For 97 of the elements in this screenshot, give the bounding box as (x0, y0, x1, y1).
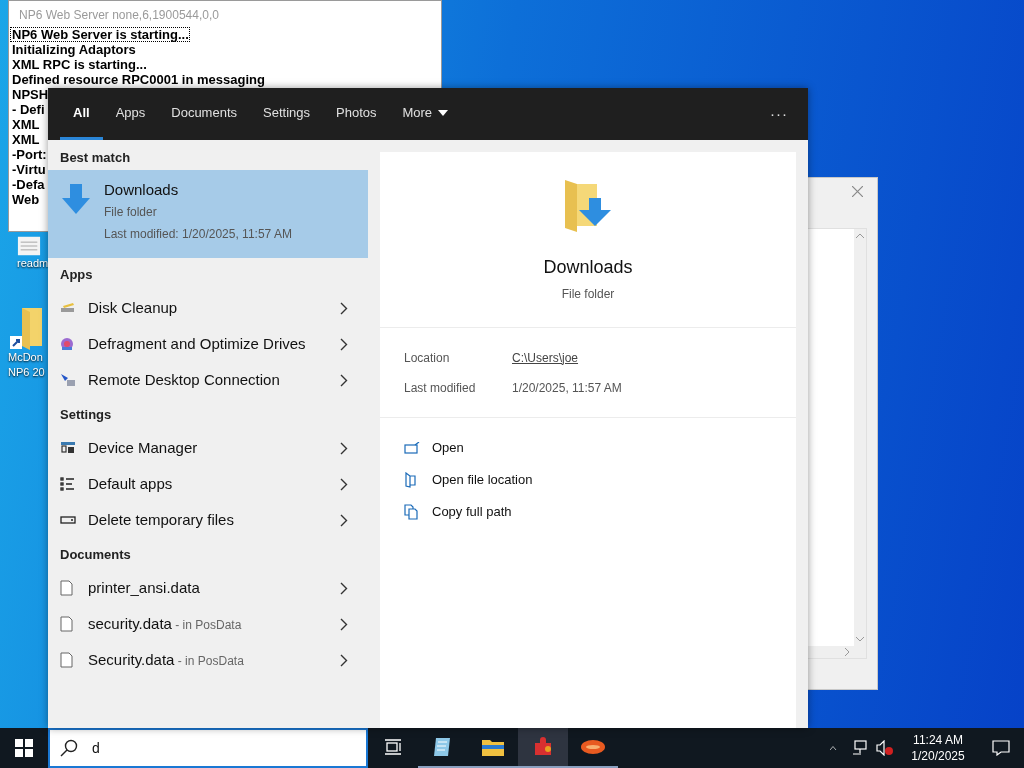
action-item[interactable]: Open (404, 432, 796, 464)
console-line: XML (11, 132, 41, 147)
section-heading: Best match (59, 149, 132, 167)
result-modified: Last modified: 1/20/2025, 11:57 AM (104, 226, 292, 243)
search-icon (60, 739, 78, 757)
result-label: Defragment and Optimize Drives (88, 333, 307, 354)
taskbar-search-field[interactable]: d (48, 728, 368, 768)
clock[interactable]: 11:24 AM 1/20/2025 (898, 732, 978, 764)
search-text: d (92, 738, 100, 758)
action-label: Copy full path (432, 503, 512, 522)
action-item[interactable]: Open file location (404, 464, 796, 496)
result-label: Security.data - in PosData (88, 649, 245, 670)
file-icon (60, 580, 73, 596)
result-item[interactable]: Security.data - in PosData (48, 642, 368, 678)
document-icon[interactable] (17, 236, 41, 256)
result-item[interactable]: printer_ansi.data (48, 570, 368, 606)
action-label: Open file location (432, 471, 533, 490)
action-label: Open (432, 439, 464, 458)
detail-value: 1/20/2025, 11:57 AM (512, 379, 622, 397)
filter-tab[interactable]: More (389, 88, 462, 140)
chevron-right-icon (340, 477, 348, 491)
console-line: XML (11, 117, 41, 132)
chevron-right-icon (340, 373, 348, 387)
puzzle-icon[interactable] (532, 736, 554, 758)
window-title: NP6 Web Server none,6,1900544,0,0 (18, 7, 220, 24)
file-icon (60, 652, 73, 668)
oval-logo-icon[interactable] (580, 739, 606, 755)
detail-label: Last modified (404, 379, 477, 397)
result-item[interactable]: Default apps (48, 466, 368, 502)
more-options-button[interactable]: ··· (770, 88, 788, 140)
chevron-right-icon (340, 617, 348, 631)
result-label: security.data - in PosData (88, 613, 243, 634)
chevron-right-icon (340, 653, 348, 667)
chevron-right-icon (340, 301, 348, 315)
console-line: -Virtu (11, 162, 47, 177)
clock-date: 1/20/2025 (911, 748, 965, 764)
volume-muted-icon[interactable] (876, 740, 894, 756)
close-icon[interactable] (852, 186, 863, 197)
filter-tab[interactable]: All (60, 88, 103, 140)
folder-icon[interactable] (481, 737, 505, 757)
preview-type: File folder (561, 286, 615, 303)
console-line: -Port: (11, 147, 48, 162)
chevron-right-icon (340, 581, 348, 595)
result-label: Default apps (88, 473, 174, 494)
result-item[interactable]: security.data - in PosData (48, 606, 368, 642)
horizontal-scrollbar[interactable] (808, 646, 866, 658)
result-label: Remote Desktop Connection (88, 369, 281, 390)
result-title: Downloads (104, 180, 180, 200)
section-heading: Apps (59, 266, 94, 284)
console-line: NPSH (11, 87, 50, 102)
chevron-right-icon (340, 441, 348, 455)
result-item[interactable]: Remote Desktop Connection (48, 362, 368, 398)
clock-time: 11:24 AM (913, 732, 963, 748)
open-icon (404, 442, 420, 454)
section-heading: Documents (59, 546, 132, 564)
action-item[interactable]: Copy full path (404, 496, 796, 528)
result-type: File folder (104, 204, 158, 221)
disk-drive-icon (60, 337, 74, 351)
file-icon (60, 616, 73, 632)
storage-icon (60, 516, 76, 524)
windows-logo-icon (15, 739, 33, 757)
downloads-folder-icon (563, 178, 613, 232)
preview-title: Downloads (543, 256, 633, 279)
task-view-icon[interactable] (384, 739, 402, 755)
network-icon[interactable] (852, 740, 868, 756)
console-line: - Defi (11, 102, 46, 117)
filter-tab[interactable]: Documents (158, 88, 250, 140)
console-line: -Defa (11, 177, 46, 192)
console-line: Web (11, 192, 41, 207)
folder-icon (404, 472, 417, 488)
console-line: Initializing Adaptors (11, 42, 137, 57)
list-icon (60, 477, 76, 491)
detail-label: Location (404, 349, 451, 367)
disk-cleanup-icon (60, 302, 76, 314)
result-item[interactable]: Delete temporary files (48, 502, 368, 538)
console-line: Defined resource RPC0001 in messaging (11, 72, 266, 87)
chevron-right-icon (340, 513, 348, 527)
copy-icon (404, 504, 419, 520)
result-item[interactable]: Device Manager (48, 430, 368, 466)
filter-tab[interactable]: Settings (250, 88, 323, 140)
device-manager-icon (60, 441, 76, 455)
download-arrow-icon (62, 184, 90, 216)
filter-tab[interactable]: Photos (323, 88, 390, 140)
location-link[interactable]: C:\Users\joe (512, 348, 579, 367)
result-item[interactable]: Defragment and Optimize Drives (48, 326, 368, 362)
chevron-right-icon (340, 337, 348, 351)
result-label: Delete temporary files (88, 509, 235, 530)
best-match-item[interactable]: Downloads File folder Last modified: 1/20/2025, 11:57 AM (48, 170, 368, 258)
filter-tab[interactable]: Apps (102, 88, 159, 140)
monitor-icon (60, 372, 76, 388)
result-label: Disk Cleanup (88, 297, 179, 318)
result-item[interactable]: Disk Cleanup (48, 290, 368, 326)
notification-icon[interactable] (992, 740, 1010, 756)
console-line: XML RPC is starting... (11, 57, 148, 72)
section-heading: Settings (59, 406, 113, 424)
result-label: printer_ansi.data (88, 577, 201, 598)
result-label: Device Manager (88, 437, 199, 458)
